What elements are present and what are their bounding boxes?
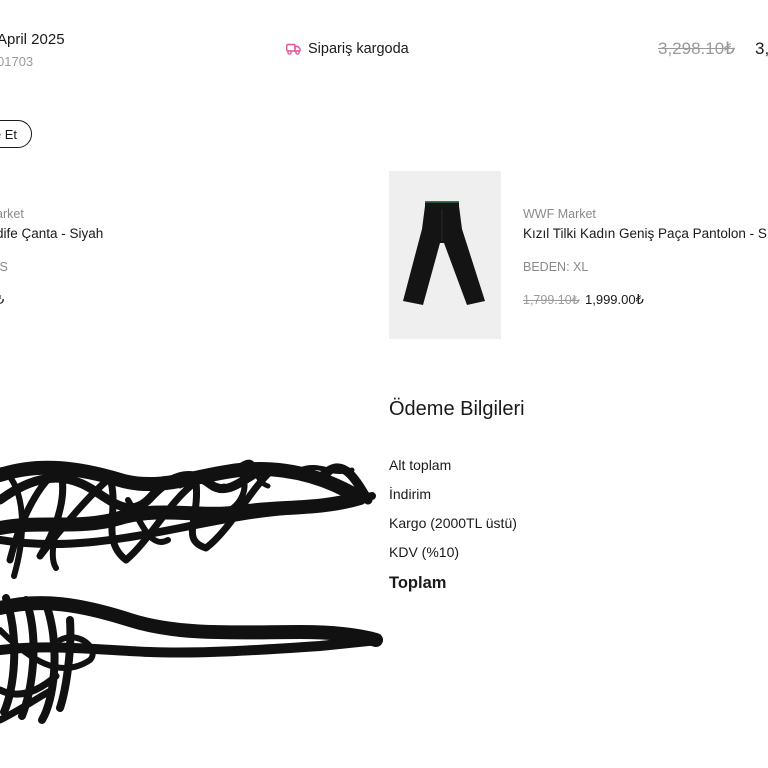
product-image[interactable] xyxy=(389,171,501,339)
pants-image xyxy=(389,171,501,339)
product-size: /S xyxy=(0,260,8,274)
product-size: BEDEN: XL xyxy=(523,260,589,274)
product-title[interactable]: dife Çanta - Siyah xyxy=(0,226,103,241)
order-date: April 2025 xyxy=(0,31,65,48)
status-label: Sipariş kargoda xyxy=(308,41,409,57)
product-price: ₺ xyxy=(0,292,5,307)
payment-row-shipping: Kargo (2000TL üstü) xyxy=(389,515,517,531)
payment-title: Ödeme Bilgileri xyxy=(389,398,525,420)
order-action-button[interactable]: e Et xyxy=(0,120,32,148)
product-price: 1,999.00₺ xyxy=(585,292,644,307)
product-old-price: 1,799.10₺ xyxy=(523,293,580,307)
order-status: Sipariş kargoda xyxy=(286,41,409,57)
order-old-total: 3,298.10₺ xyxy=(658,39,735,58)
partially-hidden-value: ₺8 xyxy=(349,493,363,505)
order-number: 01703 xyxy=(0,54,34,69)
truck-icon xyxy=(286,43,301,55)
payment-total-label: Toplam xyxy=(389,574,447,592)
redaction-scribble xyxy=(0,459,383,724)
order-action-label: e Et xyxy=(0,127,17,142)
product-title[interactable]: Kızıl Tilki Kadın Geniş Paça Pantolon - … xyxy=(523,226,767,241)
product-brand: arket xyxy=(0,207,24,221)
payment-row-tax: KDV (%10) xyxy=(389,544,460,560)
payment-row-subtotal: Alt toplam xyxy=(389,457,452,473)
payment-row-discount: İndirim xyxy=(389,486,432,502)
product-brand: WWF Market xyxy=(523,207,596,221)
order-new-total: 3, xyxy=(755,39,768,58)
